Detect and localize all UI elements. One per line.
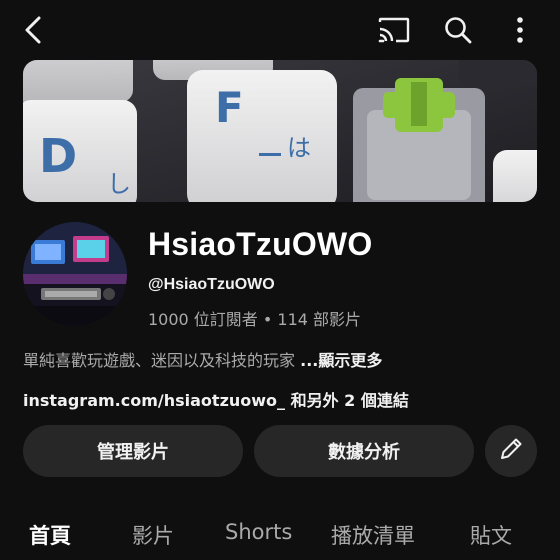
edit-channel-button[interactable] — [485, 425, 537, 477]
channel-banner: D し F は — [23, 60, 537, 202]
tab-home[interactable]: 首頁 — [29, 520, 71, 550]
channel-name: HsiaoTzuOWO — [148, 226, 373, 262]
more-vert-icon[interactable] — [500, 10, 540, 50]
svg-text:し: し — [107, 170, 131, 198]
tab-shorts[interactable]: Shorts — [225, 520, 292, 544]
tab-playlists[interactable]: 播放清單 — [331, 520, 415, 550]
search-icon[interactable] — [436, 10, 480, 50]
show-more-link[interactable]: ...顯示更多 — [300, 351, 382, 370]
channel-handle: @HsiaoTzuOWO — [148, 276, 275, 293]
channel-links[interactable]: instagram.com/hsiaotzuowo_ 和另外 2 個連結 — [23, 387, 409, 411]
svg-text:F: F — [215, 83, 244, 132]
pencil-icon — [498, 436, 524, 467]
svg-text:は: は — [287, 134, 311, 162]
description-text: 單純喜歡玩遊戲、迷因以及科技的玩家 — [23, 351, 296, 370]
tab-posts[interactable]: 貼文 — [470, 520, 512, 550]
tab-videos[interactable]: 影片 — [132, 520, 174, 550]
cast-icon[interactable] — [372, 10, 416, 50]
channel-description[interactable]: 單純喜歡玩遊戲、迷因以及科技的玩家 ...顯示更多 — [23, 347, 382, 371]
top-app-bar — [0, 0, 560, 58]
avatar[interactable] — [23, 222, 127, 326]
svg-text:D: D — [39, 129, 77, 183]
channel-stats: 1000 位訂閱者 • 114 部影片 — [148, 310, 362, 329]
manage-videos-button[interactable]: 管理影片 — [23, 425, 243, 477]
analytics-button[interactable]: 數據分析 — [254, 425, 474, 477]
channel-tabs: 首頁 影片 Shorts 播放清單 貼文 — [0, 512, 560, 560]
back-arrow-icon[interactable] — [14, 10, 54, 50]
